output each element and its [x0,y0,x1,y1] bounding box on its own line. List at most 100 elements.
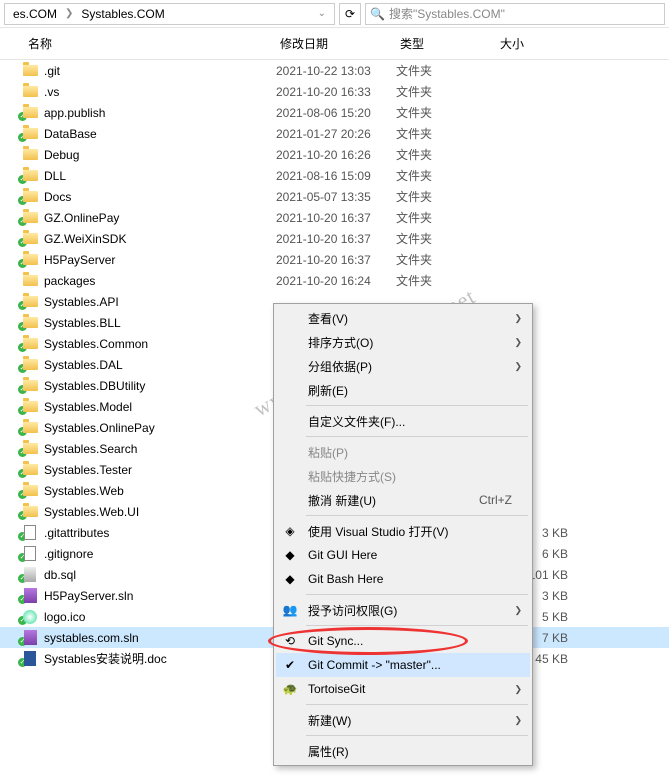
menu-label: 自定义文件夹(F)... [308,413,405,430]
folder-icon [22,189,38,205]
file-row[interactable]: H5PayServer2021-10-20 16:37文件夹 [0,249,669,270]
doc-icon [22,651,38,667]
search-input[interactable]: 🔍 搜索"Systables.COM" [365,3,665,25]
breadcrumb[interactable]: es.COM ❯ Systables.COM ⌄ [4,3,335,25]
file-type: 文件夹 [396,167,496,184]
sln-icon [22,630,38,646]
folder-icon [22,252,38,268]
menu-label: 撤消 新建(U) [308,492,376,509]
file-row[interactable]: packages2021-10-20 16:24文件夹 [0,270,669,291]
file-type: 文件夹 [396,251,496,268]
column-headers: 名称 修改日期 类型 大小 [0,28,669,60]
file-date: 2021-10-22 13:03 [276,64,396,78]
file-row[interactable]: .git2021-10-22 13:03文件夹 [0,60,669,81]
menu-item[interactable]: 撤消 新建(U) Ctrl+Z [276,488,530,512]
file-row[interactable]: Docs2021-05-07 13:35文件夹 [0,186,669,207]
header-name[interactable]: 名称 [0,35,280,52]
file-name: logo.ico [44,610,276,624]
file-date: 2021-10-20 16:37 [276,232,396,246]
menu-separator [306,625,528,626]
file-type: 文件夹 [396,146,496,163]
file-name: GZ.OnlinePay [44,211,276,225]
folder-icon [22,462,38,478]
menu-item[interactable]: ✔Git Commit -> "master"... [276,653,530,677]
refresh-icon: ⟳ [345,7,355,21]
file-name: Systables.OnlinePay [44,421,276,435]
menu-item[interactable]: 🐢TortoiseGit [276,677,530,701]
file-name: systables.com.sln [44,631,276,645]
file-name: DataBase [44,127,276,141]
file-name: app.publish [44,106,276,120]
commit-icon: ✔ [282,657,298,673]
file-name: Systables.DAL [44,358,276,372]
menu-item[interactable]: ◆ Git GUI Here [276,543,530,567]
menu-label: Git GUI Here [308,548,377,562]
file-date: 2021-10-20 16:26 [276,148,396,162]
file-name: db.sql [44,568,276,582]
file-type: 文件夹 [396,230,496,247]
menu-item[interactable]: 排序方式(O) [276,330,530,354]
folder-icon [22,441,38,457]
sql-icon [22,567,38,583]
file-date: 2021-08-16 15:09 [276,169,396,183]
file-name: Systables.DBUtility [44,379,276,393]
git-icon: ◆ [282,547,298,563]
menu-item[interactable]: ◆Git Bash Here [276,567,530,591]
file-type: 文件夹 [396,62,496,79]
folder-icon [22,504,38,520]
file-type: 文件夹 [396,188,496,205]
header-type[interactable]: 类型 [400,35,500,52]
menu-item[interactable]: 👥 授予访问权限(G) [276,598,530,622]
breadcrumb-part[interactable]: Systables.COM [77,7,168,21]
menu-item[interactable]: 自定义文件夹(F)... [276,409,530,433]
file-type: 文件夹 [396,209,496,226]
menu-item[interactable]: 查看(V) [276,306,530,330]
chevron-down-icon[interactable]: ⌄ [314,8,330,19]
file-row[interactable]: app.publish2021-08-06 15:20文件夹 [0,102,669,123]
folder-icon [22,126,38,142]
file-row[interactable]: GZ.OnlinePay2021-10-20 16:37文件夹 [0,207,669,228]
file-row[interactable]: DLL2021-08-16 15:09文件夹 [0,165,669,186]
file-type: 文件夹 [396,83,496,100]
folder-icon [22,483,38,499]
menu-separator [306,436,528,437]
chevron-right-icon: ❯ [61,8,77,19]
menu-item: 粘贴快捷方式(S) [276,464,530,488]
file-name: Docs [44,190,276,204]
file-type: 文件夹 [396,272,496,289]
menu-separator [306,735,528,736]
menu-item[interactable]: 新建(W) [276,708,530,732]
file-name: .gitignore [44,547,276,561]
menu-label: 查看(V) [308,310,348,327]
file-row[interactable]: Debug2021-10-20 16:26文件夹 [0,144,669,165]
menu-label: TortoiseGit [308,682,365,696]
file-name: Systables.Search [44,442,276,456]
file-name: Systables.Web [44,484,276,498]
menu-item[interactable]: 刷新(E) [276,378,530,402]
menu-item[interactable]: ⟲Git Sync... [276,629,530,653]
file-icon [22,546,38,562]
menu-item[interactable]: 分组依据(P) [276,354,530,378]
menu-label: Git Bash Here [308,572,383,586]
refresh-button[interactable]: ⟳ [339,3,361,25]
breadcrumb-part[interactable]: es.COM [9,7,61,21]
menu-label: 授予访问权限(G) [308,602,397,619]
file-date: 2021-10-20 16:37 [276,253,396,267]
file-date: 2021-10-20 16:24 [276,274,396,288]
menu-label: 分组依据(P) [308,358,372,375]
menu-label: 粘贴快捷方式(S) [308,468,396,485]
folder-icon [22,294,38,310]
header-date[interactable]: 修改日期 [280,35,400,52]
menu-label: 粘贴(P) [308,444,348,461]
file-row[interactable]: .vs2021-10-20 16:33文件夹 [0,81,669,102]
menu-item[interactable]: 属性(R) [276,739,530,763]
share-icon: 👥 [282,602,298,618]
file-row[interactable]: GZ.WeiXinSDK2021-10-20 16:37文件夹 [0,228,669,249]
header-size[interactable]: 大小 [500,35,669,52]
file-row[interactable]: DataBase2021-01-27 20:26文件夹 [0,123,669,144]
menu-label: Git Sync... [308,634,363,648]
menu-shortcut: Ctrl+Z [479,493,512,507]
folder-icon [22,210,38,226]
file-date: 2021-05-07 13:35 [276,190,396,204]
menu-item[interactable]: ◈使用 Visual Studio 打开(V) [276,519,530,543]
